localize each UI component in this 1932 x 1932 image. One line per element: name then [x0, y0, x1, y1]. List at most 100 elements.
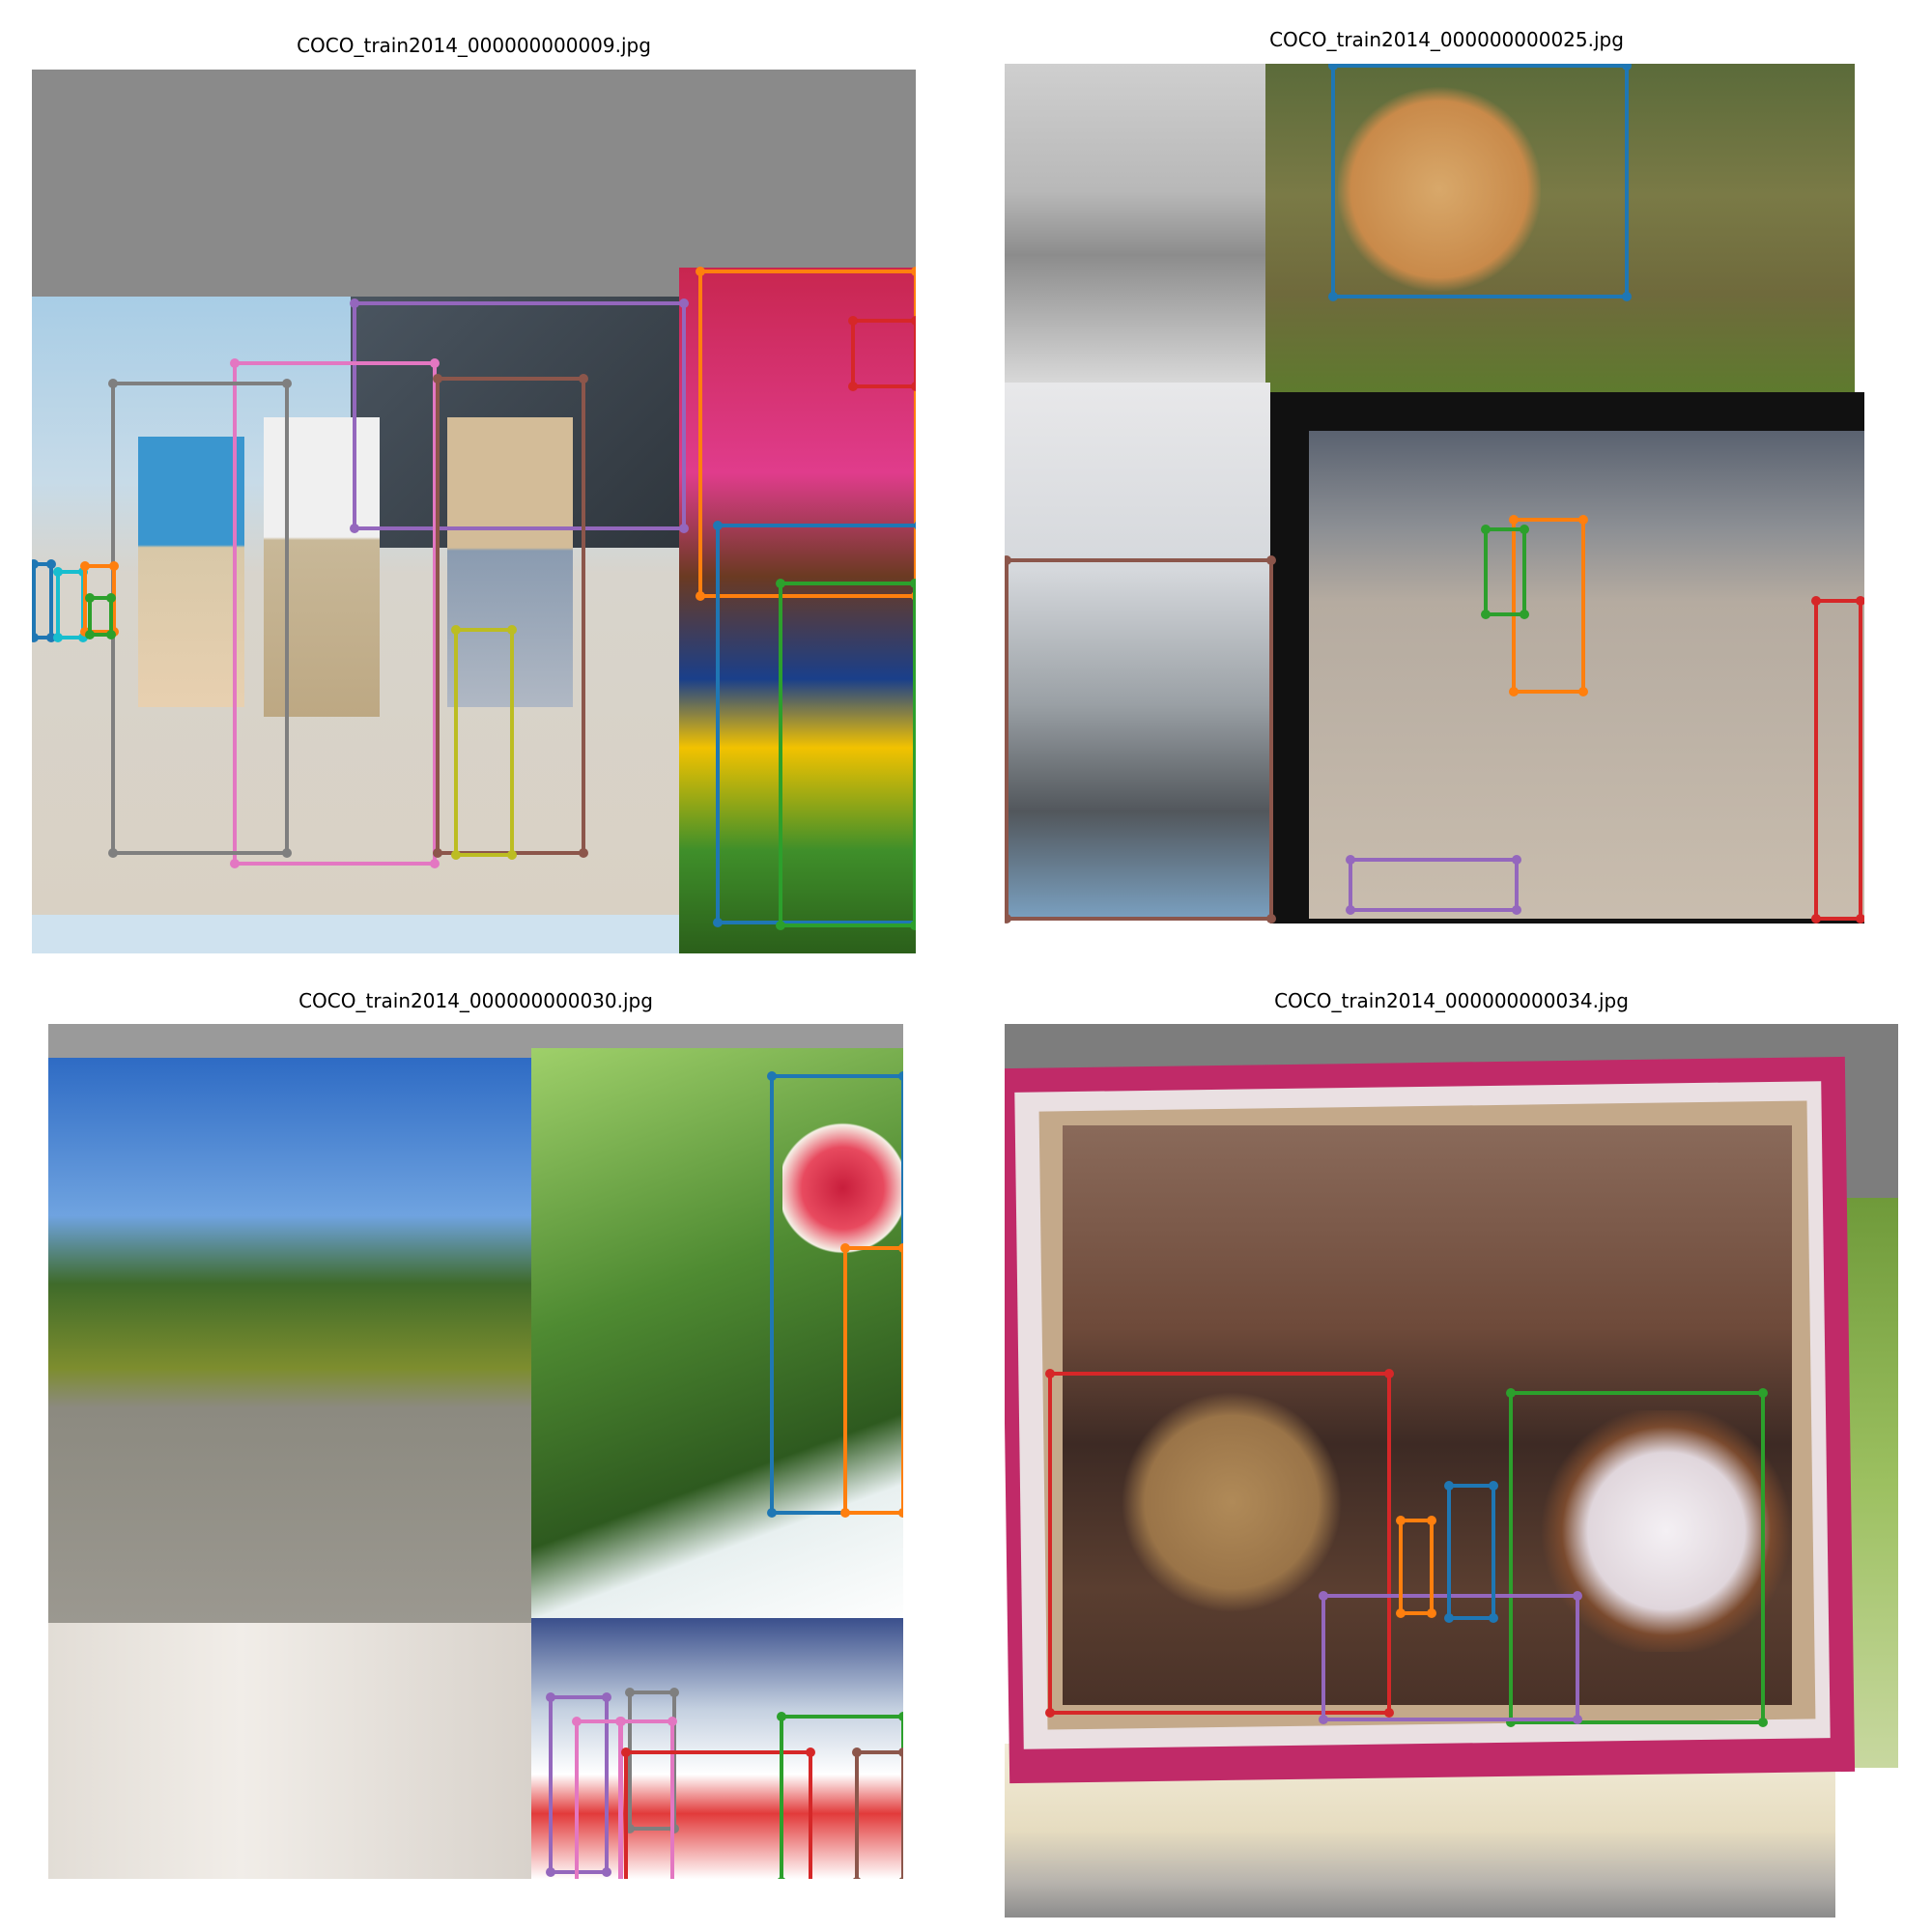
bbox-corner-dot [898, 1747, 903, 1757]
bbox-corner-dot [546, 1867, 555, 1877]
bbox-corner-dot [1396, 1608, 1406, 1618]
bbox-corner-dot [1520, 610, 1529, 619]
bbox-corner-dot [1346, 855, 1355, 865]
bbox-brown-skier [852, 1747, 903, 1879]
bbox-corner-dot [777, 1877, 786, 1879]
bbox-corner-dot [1045, 1708, 1055, 1718]
bbox-corner-dot [572, 1717, 582, 1726]
bbox-corner-dot [80, 561, 90, 571]
bbox-corner-dot [1573, 1715, 1582, 1724]
bbox-corner-dot [1856, 914, 1864, 923]
bbox-corner-dot [621, 1747, 631, 1757]
bbox-corner-dot [696, 267, 705, 276]
bbox-corner-dot [1758, 1718, 1768, 1727]
bbox-corner-dot [669, 1688, 679, 1697]
bbox-corner-dot [282, 848, 292, 858]
bbox-corner-dot [840, 1243, 850, 1253]
bbox-corner-dot [1396, 1516, 1406, 1525]
road-photo [48, 1058, 531, 1623]
bbox-corner-dot [430, 358, 440, 368]
bbox-corner-dot [106, 630, 116, 639]
bbox-corner-dot [914, 521, 916, 530]
bbox-corner-dot [1811, 596, 1821, 606]
bbox-corner-dot [1578, 687, 1588, 696]
bbox-corner-dot [713, 521, 723, 530]
bbox-green-small [85, 593, 116, 639]
bbox-corner-dot [1811, 914, 1821, 923]
bbox-corner-dot [911, 316, 916, 326]
cart-photo [1005, 64, 1265, 383]
bbox-corner-dot [852, 1747, 862, 1757]
bbox-corner-dot [713, 918, 723, 927]
bbox-corner-dot [451, 850, 461, 860]
bbox-corner-dot [579, 848, 588, 858]
bbox-corner-dot [1319, 1591, 1328, 1601]
bbox-corner-dot [1266, 914, 1276, 923]
bbox-corner-dot [679, 298, 689, 308]
bbox-corner-dot [350, 298, 359, 308]
panel-title-4: COCO_train2014_000000000034.jpg [1274, 989, 1629, 1012]
bbox-corner-dot [776, 579, 785, 588]
bbox-corner-dot [85, 593, 95, 603]
bbox-corner-dot [1444, 1481, 1454, 1491]
bbox-corner-dot [1346, 905, 1355, 915]
image-panel-4 [1005, 1024, 1898, 1918]
bbox-corner-dot [1573, 1591, 1582, 1601]
bbox-corner-dot [1622, 292, 1632, 301]
bbox-green-person [1481, 525, 1529, 619]
bbox-olive-tripod [451, 625, 517, 860]
bbox-corner-dot [1319, 1715, 1328, 1724]
bbox-corner-dot [668, 1717, 677, 1726]
bbox-corner-dot [507, 850, 517, 860]
bbox-corner-dot [1005, 555, 1011, 565]
bbox-corner-dot [1384, 1369, 1394, 1378]
bbox-corner-dot [1481, 610, 1491, 619]
bbox-corner-dot [911, 382, 916, 391]
bbox-corner-dot [776, 921, 785, 930]
bbox-corner-dot [1512, 905, 1521, 915]
bbox-blue-bottle [1444, 1481, 1498, 1623]
bbox-corner-dot [1578, 515, 1588, 525]
bbox-corner-dot [1328, 292, 1338, 301]
bbox-corner-dot [1481, 525, 1491, 534]
image-panel-2 [1005, 64, 1864, 923]
bbox-corner-dot [1509, 515, 1519, 525]
bbox-corner-dot [615, 1717, 625, 1726]
bbox-corner-dot [109, 561, 119, 571]
bbox-corner-dot [910, 579, 916, 588]
bbox-corner-dot [1045, 1369, 1055, 1378]
bbox-corner-dot [1489, 1613, 1498, 1623]
bbox-corner-dot [106, 593, 116, 603]
bbox-corner-dot [579, 374, 588, 384]
bbox-corner-dot [108, 848, 118, 858]
bbox-corner-dot [1520, 525, 1529, 534]
bbox-corner-dot [1444, 1613, 1454, 1623]
bbox-corner-dot [108, 379, 118, 388]
image-panel-3 [48, 1024, 903, 1879]
image-panel-1 [32, 70, 916, 953]
bbox-corner-dot [848, 382, 858, 391]
bbox-corner-dot [1266, 555, 1276, 565]
bbox-corner-dot [848, 316, 858, 326]
bbox-corner-dot [32, 559, 39, 569]
bbox-corner-dot [898, 1508, 903, 1518]
panel-title-3: COCO_train2014_000000000030.jpg [298, 989, 653, 1012]
bbox-corner-dot [767, 1071, 777, 1081]
bbox-corner-dot [1328, 64, 1338, 71]
bbox-corner-dot [230, 859, 240, 868]
bbox-corner-dot [625, 1688, 635, 1697]
beach-photo [1309, 431, 1864, 919]
bbox-corner-dot [898, 1712, 903, 1721]
bbox-corner-dot [840, 1508, 850, 1518]
bbox-corner-dot [1427, 1608, 1436, 1618]
bbox-corner-dot [507, 625, 517, 635]
bbox-corner-dot [898, 1071, 903, 1081]
bbox-corner-dot [911, 267, 916, 276]
bbox-corner-dot [1427, 1516, 1436, 1525]
bbox-corner-dot [451, 625, 461, 635]
bbox-orange-bottle [1396, 1516, 1436, 1618]
bbox-pink-skier [572, 1717, 626, 1879]
panel-title-2: COCO_train2014_000000000025.jpg [1269, 28, 1624, 51]
bbox-corner-dot [1506, 1388, 1516, 1398]
bbox-brown-train [1005, 555, 1276, 923]
